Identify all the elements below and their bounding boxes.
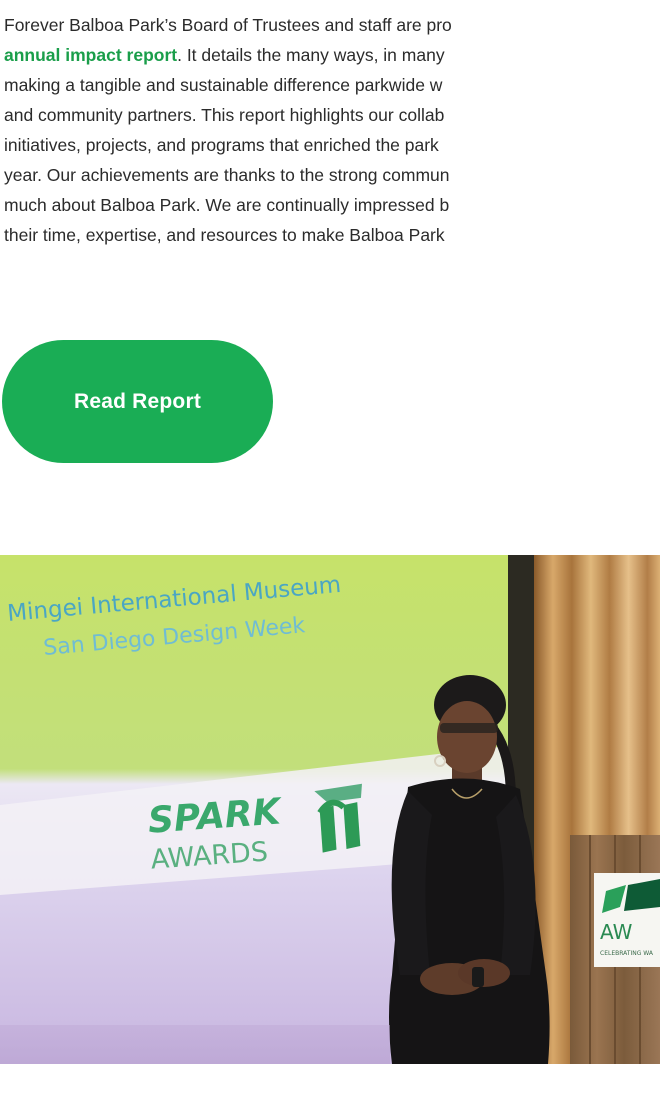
paragraph-line: making a tangible and sustainable differ… (4, 75, 443, 95)
podium-tagline-text: CELEBRATING WA (600, 950, 654, 957)
paragraph-line: year. Our achievements are thanks to the… (4, 165, 450, 185)
paragraph-text: . It details the many ways, in many (177, 45, 445, 65)
impact-report-paragraph: Forever Balboa Park’s Board of Trustees … (4, 10, 660, 250)
paragraph-line: Forever Balboa Park’s Board of Trustees … (4, 15, 452, 35)
paragraph-line: and community partners. This report high… (4, 105, 445, 125)
paragraph-line: annual impact report. It details the man… (4, 40, 660, 70)
annual-impact-report-link[interactable]: annual impact report (4, 45, 177, 65)
spark-awards-photo: Mingei International Museum San Diego De… (0, 555, 660, 1064)
photo-illustration: Mingei International Museum San Diego De… (0, 555, 660, 1064)
paragraph-line: their time, expertise, and resources to … (4, 225, 445, 245)
page-content: Forever Balboa Park’s Board of Trustees … (0, 0, 660, 1099)
podium-awards-text: AW (600, 920, 633, 944)
paragraph-line: much about Balboa Park. We are continual… (4, 195, 450, 215)
paragraph-line: initiatives, projects, and programs that… (4, 135, 439, 155)
read-report-button[interactable]: Read Report (2, 340, 273, 463)
